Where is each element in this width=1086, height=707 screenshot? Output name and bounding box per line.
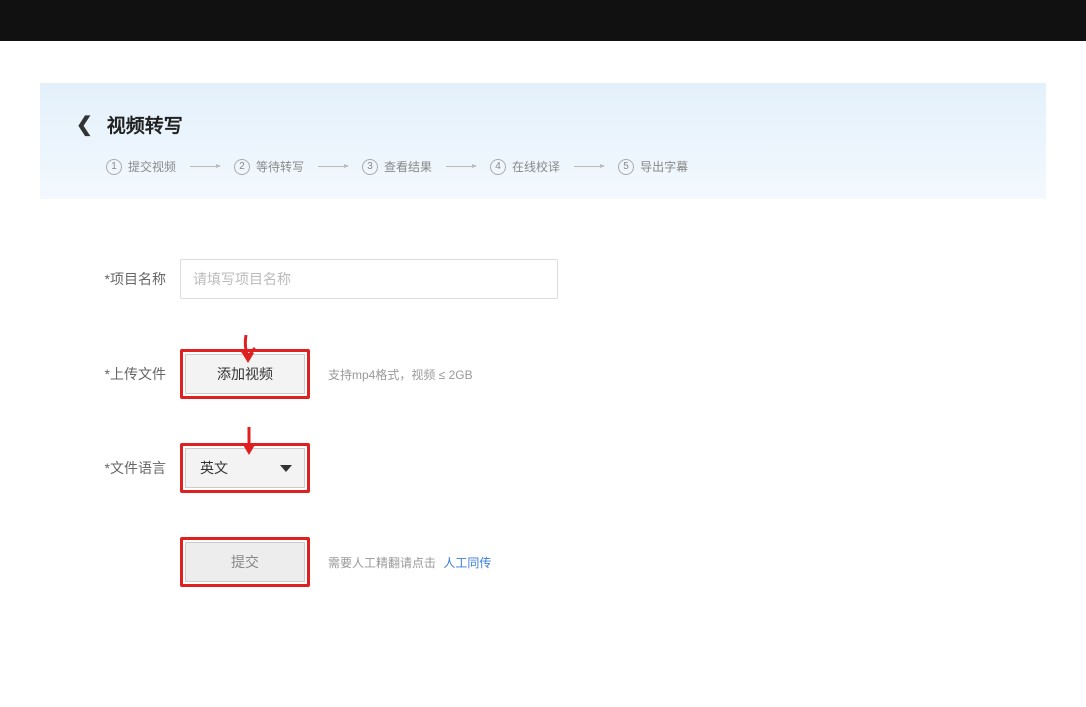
page-title: 视频转写 — [107, 111, 183, 138]
step-label: 等待转写 — [256, 158, 304, 175]
annotation-arrow-icon — [240, 427, 254, 457]
project-name-input[interactable] — [180, 259, 558, 299]
manual-translation-helper: 需要人工精翻请点击 人工同传 — [328, 554, 491, 571]
submit-row: 提交 需要人工精翻请点击 人工同传 — [0, 537, 1086, 587]
step-number: 2 — [234, 159, 250, 175]
step-number: 1 — [106, 159, 122, 175]
language-select-value: 英文 — [200, 458, 228, 478]
top-nav-bar — [0, 0, 1086, 41]
add-video-button-label: 添加视频 — [217, 364, 273, 384]
manual-translation-link[interactable]: 人工同传 — [443, 556, 491, 570]
steps-progress: 1 提交视频 2 等待转写 3 查看结果 4 在线校译 5 导出字幕 — [106, 158, 1010, 175]
step-arrow-icon — [190, 166, 220, 167]
step-arrow-icon — [574, 166, 604, 167]
submit-button-label: 提交 — [231, 552, 259, 572]
step-5: 5 导出字幕 — [618, 158, 688, 175]
title-row: ❮ 视频转写 — [76, 111, 1010, 138]
step-1: 1 提交视频 — [106, 158, 176, 175]
step-label: 导出字幕 — [640, 158, 688, 175]
upload-label: *上传文件 — [0, 364, 180, 384]
upload-row: *上传文件 添加视频 支持mp4格式，视频 ≤ 2GB — [0, 349, 1086, 399]
step-label: 提交视频 — [128, 158, 176, 175]
submit-button[interactable]: 提交 — [185, 542, 305, 582]
step-arrow-icon — [446, 166, 476, 167]
manual-translation-prefix: 需要人工精翻请点击 — [328, 556, 436, 570]
project-name-label: *项目名称 — [0, 269, 180, 289]
upload-helper-text: 支持mp4格式，视频 ≤ 2GB — [328, 366, 473, 383]
header-section: ❮ 视频转写 1 提交视频 2 等待转写 3 查看结果 4 在线校译 5 导出字… — [40, 83, 1046, 199]
step-label: 在线校译 — [512, 158, 560, 175]
annotation-arrow-icon — [240, 335, 254, 367]
project-name-row: *项目名称 — [0, 259, 1086, 299]
step-arrow-icon — [318, 166, 348, 167]
step-2: 2 等待转写 — [234, 158, 304, 175]
form-area: *项目名称 *上传文件 添加视频 支持mp4格式，视频 ≤ 2GB *文件语言 … — [0, 199, 1086, 587]
back-icon[interactable]: ❮ — [76, 115, 93, 135]
step-number: 3 — [362, 159, 378, 175]
step-label: 查看结果 — [384, 158, 432, 175]
language-row: *文件语言 英文 — [0, 443, 1086, 493]
language-label: *文件语言 — [0, 458, 180, 478]
highlight-annotation: 提交 — [180, 537, 310, 587]
chevron-down-icon — [280, 465, 292, 472]
step-3: 3 查看结果 — [362, 158, 432, 175]
step-4: 4 在线校译 — [490, 158, 560, 175]
step-number: 5 — [618, 159, 634, 175]
step-number: 4 — [490, 159, 506, 175]
